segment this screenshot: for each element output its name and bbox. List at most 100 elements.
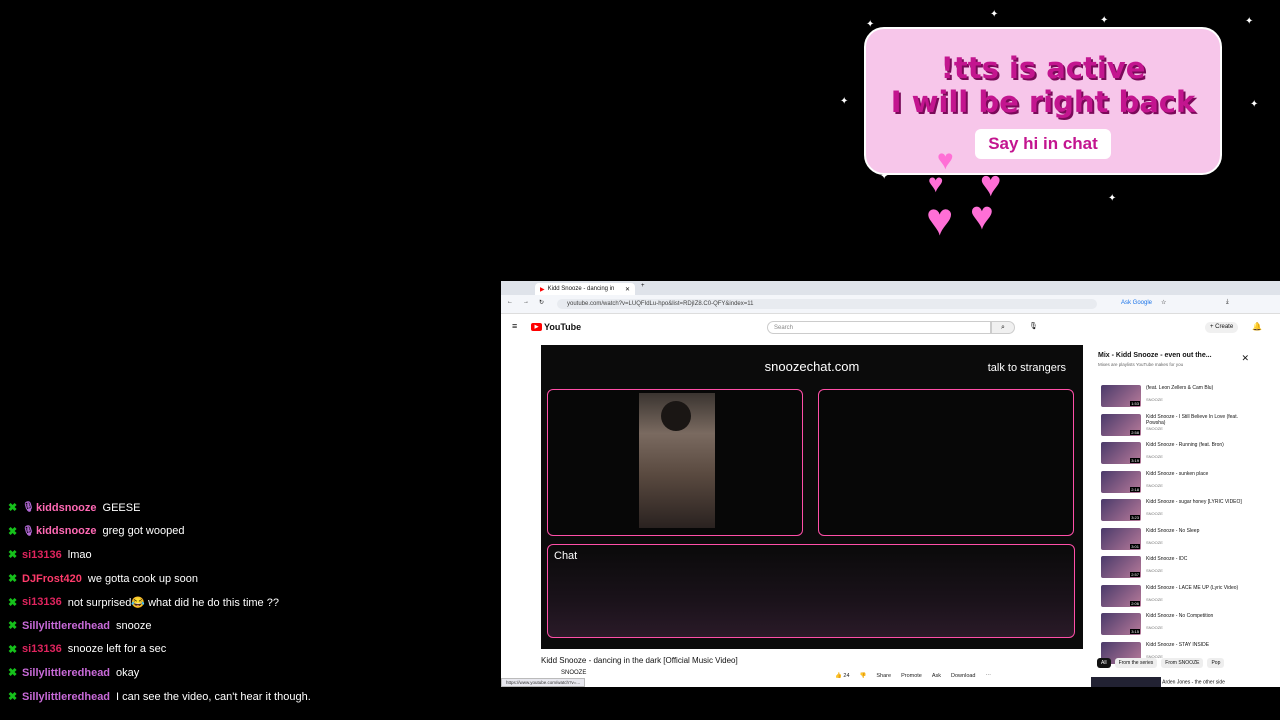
ask-google-button[interactable]: Ask Google bbox=[1121, 300, 1152, 306]
chat-username[interactable]: DJFrost420 bbox=[22, 573, 82, 585]
chat-message: ✖ Sillylittleredhead I can see the video, … bbox=[8, 685, 488, 709]
webcam-person-image bbox=[639, 393, 715, 528]
share-button[interactable]: Share bbox=[876, 673, 891, 679]
youtube-logo[interactable]: ▶ YouTube bbox=[531, 322, 581, 332]
playlist-item[interactable]: 2:58 Kidd Snooze - I Still Believe In Lov… bbox=[1101, 413, 1251, 442]
playlist-item[interactable]: 3:01 Kidd Snooze - No Sleep SNOOZE bbox=[1101, 527, 1251, 556]
chat-text: I can see the video, can't hear it thoug… bbox=[116, 690, 311, 703]
search-input[interactable]: Search bbox=[767, 321, 991, 334]
youtube-wordmark: YouTube bbox=[544, 322, 582, 332]
chat-text: we gotta cook up soon bbox=[87, 572, 198, 585]
new-tab-icon[interactable]: + bbox=[641, 283, 645, 289]
close-icon[interactable]: ✕ bbox=[1241, 353, 1249, 364]
chat-text: snooze left for a sec bbox=[67, 643, 167, 656]
playlist-item-title: Kidd Snooze - No Competition bbox=[1146, 613, 1214, 619]
playlist-item[interactable]: 3:23 Kidd Snooze - sugar honey [LYRIC VID… bbox=[1101, 498, 1251, 527]
chat-text: not surprised😂 what did he do this time … bbox=[67, 596, 279, 609]
url-field[interactable]: youtube.com/watch?v=LUQFIdLu-hpo&list=RD… bbox=[557, 299, 1097, 309]
duration-badge: 3:15 bbox=[1130, 629, 1140, 634]
recommended-thumbnail bbox=[1091, 677, 1161, 687]
chat-username[interactable]: si13136 bbox=[22, 549, 62, 561]
star-icon: ✦ bbox=[1100, 15, 1109, 26]
talk-to-strangers-label: talk to strangers bbox=[987, 362, 1066, 374]
playlist-panel: Mix - Kidd Snooze - even out the... Mixe… bbox=[1093, 347, 1253, 664]
more-icon[interactable]: ⋯ bbox=[986, 673, 992, 679]
playlist-item-channel: SNOOZE bbox=[1146, 454, 1163, 459]
video-title: Kidd Snooze - dancing in the dark [Offic… bbox=[541, 656, 738, 665]
stream-chat: ✖ 🎙 kiddsnooze GEESE ✖ 🎙 kiddsnooze greg got wo… bbox=[8, 496, 488, 708]
playlist-item-channel: SNOOZE bbox=[1146, 539, 1163, 545]
chat-message: ✖ si13136 snooze left for a sec bbox=[8, 638, 488, 662]
tab-bar: ▶ Kidd Snooze - dancing in ✕ + bbox=[501, 281, 1280, 295]
bookmark-icon[interactable]: ☆ bbox=[1161, 299, 1166, 306]
promote-button[interactable]: Promote bbox=[901, 673, 922, 679]
playlist-thumbnail: 2:57 bbox=[1101, 556, 1141, 578]
chat-username[interactable]: kiddsnooze bbox=[36, 525, 97, 537]
duration-badge: 1:53 bbox=[1130, 401, 1140, 406]
chip-from-series[interactable]: From the series bbox=[1114, 658, 1158, 668]
recommended-item[interactable]: Arden Jones - the other side bbox=[1091, 677, 1225, 687]
playlist-item-title: Kidd Snooze - sunken place bbox=[1146, 470, 1209, 477]
chat-username[interactable]: Sillylittleredhead bbox=[22, 667, 110, 679]
star-icon: ✦ bbox=[866, 19, 875, 30]
chat-username[interactable]: Sillylittleredhead bbox=[22, 620, 110, 632]
playlist-item-title: Kidd Snooze - No Sleep bbox=[1146, 527, 1200, 534]
playlist-thumbnail: 3:01 bbox=[1101, 527, 1141, 550]
chat-username[interactable]: si13136 bbox=[22, 643, 62, 655]
chip-from-snooze[interactable]: From SNOOZE bbox=[1161, 658, 1204, 668]
star-icon: ✦ bbox=[1108, 193, 1117, 204]
star-icon: ✦ bbox=[1245, 16, 1254, 27]
heart-icon: ♥ bbox=[970, 194, 994, 238]
playlist-item[interactable]: 3:15 Kidd Snooze - No Competition SNOOZE bbox=[1101, 612, 1251, 641]
like-button[interactable]: 👍 24 bbox=[835, 673, 850, 679]
menu-icon[interactable]: ≡ bbox=[512, 321, 517, 331]
channel-name[interactable]: SNOOZE bbox=[561, 670, 586, 676]
chat-username[interactable]: Sillylittleredhead bbox=[22, 691, 110, 703]
chip-all[interactable]: All bbox=[1097, 658, 1111, 668]
playlist-thumbnail: 2:06 bbox=[1101, 584, 1141, 607]
chat-message: ✖ si13136 not surprised😂 what did he do th… bbox=[8, 590, 488, 614]
chat-message: ✖ DJFrost420 we gotta cook up soon bbox=[8, 567, 488, 591]
close-tab-icon[interactable]: ✕ bbox=[625, 286, 630, 293]
playlist-title: Mix - Kidd Snooze - even out the... bbox=[1098, 352, 1212, 359]
chat-message: ✖ Sillylittleredhead okay bbox=[8, 661, 488, 685]
playlist-thumbnail: 2:18 bbox=[1101, 470, 1141, 493]
chat-message: ✖ si13136 lmao bbox=[8, 543, 488, 567]
reload-icon[interactable]: ↻ bbox=[539, 299, 544, 306]
video-player[interactable]: snoozechat.com talk to strangers Chat bbox=[541, 345, 1083, 649]
tab-youtube[interactable]: ▶ Kidd Snooze - dancing in ✕ bbox=[535, 283, 635, 295]
notifications-icon[interactable]: 🔔 bbox=[1252, 322, 1262, 331]
dislike-icon[interactable]: 👎 bbox=[860, 673, 867, 679]
playlist-item[interactable]: 3:19 Kidd Snooze - Running (feat. Bron) SN… bbox=[1101, 441, 1251, 470]
playlist-item[interactable]: 2:06 Kidd Snooze - LACE ME UP (Lyric Vide… bbox=[1101, 584, 1251, 613]
playlist-item-channel: SNOOZE bbox=[1146, 596, 1163, 602]
mic-icon[interactable]: 🎙 bbox=[1029, 322, 1038, 330]
playlist-item[interactable]: 2:57 Kidd Snooze - IDC SNOOZE bbox=[1101, 555, 1251, 584]
video-chat-box: Chat bbox=[547, 544, 1075, 638]
forward-icon[interactable]: → bbox=[523, 299, 529, 305]
back-icon[interactable]: ← bbox=[507, 299, 513, 305]
mod-icon: ✖ bbox=[8, 643, 18, 656]
camera-feed-left bbox=[547, 389, 803, 536]
playlist-item[interactable]: 1:53 (feat. Leon Zellers & Cam Blu) SNOOZE bbox=[1101, 384, 1251, 413]
download-button[interactable]: Download bbox=[951, 673, 975, 679]
playlist-item-title: Kidd Snooze - I Still Believe In Love (f… bbox=[1146, 413, 1238, 426]
create-button[interactable]: + Create bbox=[1205, 322, 1239, 333]
chat-message: ✖ Sillylittleredhead snooze bbox=[8, 614, 488, 638]
status-url: https://www.youtube.com/watch?v=... bbox=[501, 678, 586, 687]
playlist-item[interactable]: 2:18 Kidd Snooze - sunken place SNOOZE bbox=[1101, 470, 1251, 499]
playlist-item-title: Kidd Snooze - sugar honey [LYRIC VIDEO] bbox=[1146, 499, 1242, 505]
ask-button[interactable]: Ask bbox=[932, 673, 941, 679]
search-icon[interactable]: ⌕ bbox=[991, 321, 1015, 334]
chat-text: greg got wooped bbox=[102, 525, 185, 538]
mod-icon: ✖ bbox=[8, 549, 18, 562]
playlist-thumbnail: 2:58 bbox=[1101, 413, 1141, 436]
download-icon[interactable]: ⤓ bbox=[1226, 299, 1229, 306]
address-bar: ← → ↻ youtube.com/watch?v=LUQFIdLu-hpo&l… bbox=[501, 295, 1280, 314]
say-hi-label: Say hi in chat bbox=[975, 129, 1111, 159]
chat-username[interactable]: kiddsnooze bbox=[36, 502, 97, 514]
chip-pop[interactable]: Pop bbox=[1207, 658, 1225, 668]
playlist-item-channel: SNOOZE bbox=[1146, 511, 1163, 516]
youtube-header: ≡ ▶ YouTube Search ⌕ 🎙 + Create 🔔 bbox=[501, 314, 1280, 341]
chat-username[interactable]: si13136 bbox=[22, 596, 62, 608]
